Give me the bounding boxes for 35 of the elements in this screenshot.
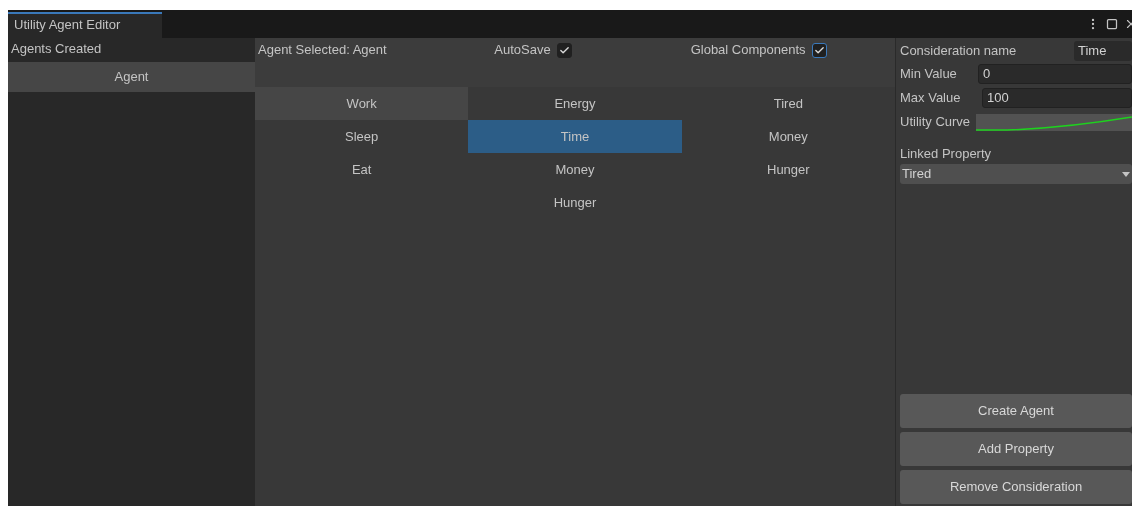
- maximize-icon[interactable]: [1106, 18, 1118, 30]
- field-label: Min Value: [900, 65, 958, 84]
- autosave-label: AutoSave: [494, 41, 551, 60]
- curve-preview[interactable]: [976, 113, 1132, 131]
- list-item[interactable]: Sleep: [255, 120, 469, 153]
- list-item[interactable]: Time: [468, 120, 682, 153]
- agent-selected-label: Agent Selected: Agent: [257, 41, 388, 59]
- list-item[interactable]: Work: [255, 87, 469, 120]
- action-button[interactable]: Add Property: [900, 432, 1132, 466]
- input-field[interactable]: 0: [978, 64, 1132, 84]
- input-field[interactable]: 100: [982, 88, 1132, 108]
- list-item[interactable]: Energy: [468, 87, 682, 120]
- list-item[interactable]: Eat: [255, 153, 469, 186]
- field-label: Max Value: [900, 89, 962, 108]
- list-item[interactable]: Money: [468, 153, 682, 186]
- action-button[interactable]: Create Agent: [900, 394, 1132, 428]
- list-item[interactable]: Tired: [681, 87, 895, 120]
- action-button[interactable]: Remove Consideration: [900, 470, 1132, 504]
- check-icon: [813, 44, 825, 56]
- field-label: Utility Curve: [900, 113, 971, 132]
- input-field[interactable]: Time: [1074, 41, 1132, 61]
- checkbox[interactable]: [556, 42, 572, 58]
- checkbox[interactable]: [811, 42, 827, 58]
- list-item[interactable]: Hunger: [681, 153, 895, 186]
- list-item[interactable]: Money: [681, 120, 895, 153]
- dropdown[interactable]: Tired: [900, 164, 1132, 184]
- agent-list-item[interactable]: Agent: [8, 62, 255, 92]
- list-item[interactable]: Hunger: [468, 186, 682, 219]
- check-icon: [558, 44, 570, 56]
- global-components-label: Global Components: [690, 41, 806, 60]
- editor-tab[interactable]: Utility Agent Editor: [8, 12, 162, 38]
- field-label: Linked Property: [900, 145, 993, 163]
- field-label: Consideration name: [900, 42, 1018, 61]
- dropdown-arrow-icon: [1122, 171, 1130, 177]
- panel-title: Agents Created: [10, 40, 103, 58]
